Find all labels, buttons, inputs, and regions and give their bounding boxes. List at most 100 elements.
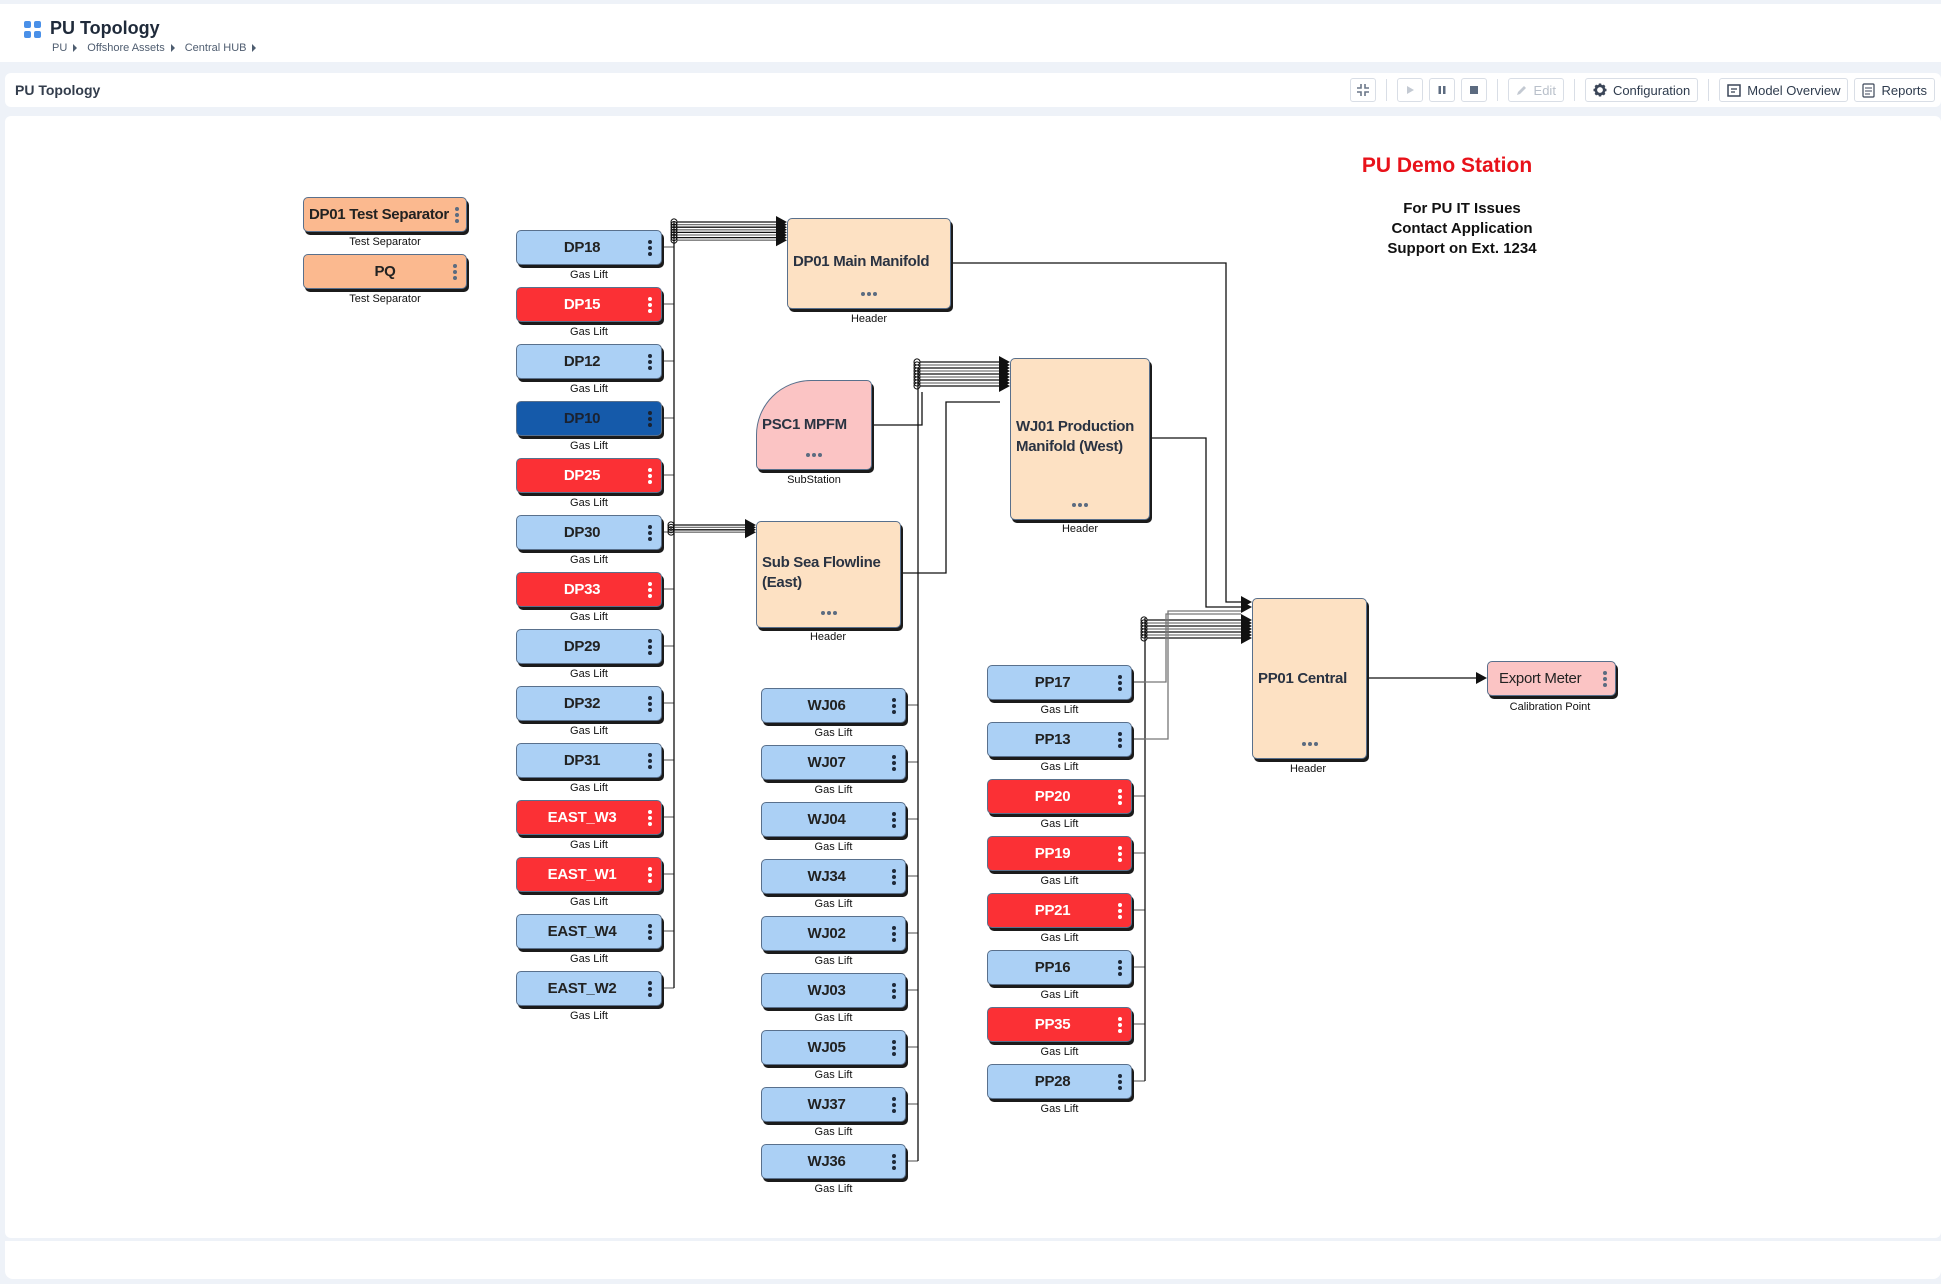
breadcrumb-caret-icon[interactable]: [252, 44, 257, 52]
node-label: PP17: [1034, 674, 1071, 691]
well-node[interactable]: PP20: [987, 779, 1132, 814]
separator-node[interactable]: DP01 Test Separator: [303, 197, 467, 232]
breadcrumb-item-central-hub[interactable]: Central HUB: [185, 42, 247, 54]
well-node[interactable]: DP32: [516, 686, 662, 721]
well-node[interactable]: DP31: [516, 743, 662, 778]
separator-node[interactable]: PQ: [303, 254, 467, 289]
more-vertical-icon[interactable]: [1603, 670, 1607, 688]
more-vertical-icon[interactable]: [892, 1039, 896, 1057]
well-node[interactable]: PP21: [987, 893, 1132, 928]
more-vertical-icon[interactable]: [648, 410, 652, 428]
well-node[interactable]: WJ07: [761, 745, 906, 780]
more-vertical-icon[interactable]: [648, 809, 652, 827]
well-node[interactable]: DP25: [516, 458, 662, 493]
well-node[interactable]: WJ03: [761, 973, 906, 1008]
more-vertical-icon[interactable]: [1118, 845, 1122, 863]
well-node[interactable]: DP33: [516, 572, 662, 607]
well-node[interactable]: WJ36: [761, 1144, 906, 1179]
more-vertical-icon[interactable]: [1118, 1016, 1122, 1034]
well-node[interactable]: WJ06: [761, 688, 906, 723]
well-node[interactable]: PP28: [987, 1064, 1132, 1099]
well-node[interactable]: DP12: [516, 344, 662, 379]
well-node[interactable]: PP19: [987, 836, 1132, 871]
more-vertical-icon[interactable]: [455, 206, 459, 224]
more-vertical-icon[interactable]: [648, 296, 652, 314]
header-node-dp01-main-manifold[interactable]: DP01 Main Manifold: [787, 218, 951, 309]
more-vertical-icon[interactable]: [648, 524, 652, 542]
more-vertical-icon[interactable]: [892, 982, 896, 1000]
more-vertical-icon[interactable]: [1118, 902, 1122, 920]
edit-button[interactable]: Edit: [1507, 78, 1564, 102]
well-node[interactable]: PP35: [987, 1007, 1132, 1042]
more-vertical-icon[interactable]: [892, 697, 896, 715]
well-node[interactable]: PP13: [987, 722, 1132, 757]
view-header: PU Topology Edit Configuration Model Ove…: [5, 73, 1941, 107]
well-node[interactable]: DP15: [516, 287, 662, 322]
well-node[interactable]: EAST_W2: [516, 971, 662, 1006]
more-vertical-icon[interactable]: [892, 1096, 896, 1114]
well-node[interactable]: EAST_W3: [516, 800, 662, 835]
more-vertical-icon[interactable]: [453, 263, 457, 281]
reports-button[interactable]: Reports: [1854, 78, 1935, 102]
well-node[interactable]: WJ37: [761, 1087, 906, 1122]
more-horizontal-icon[interactable]: [1071, 503, 1089, 507]
well-node[interactable]: PP16: [987, 950, 1132, 985]
node-label: WJ07: [807, 754, 846, 771]
more-vertical-icon[interactable]: [648, 923, 652, 941]
more-vertical-icon[interactable]: [1118, 788, 1122, 806]
export-meter-node[interactable]: Export Meter: [1487, 661, 1616, 696]
well-node[interactable]: DP29: [516, 629, 662, 664]
more-horizontal-icon[interactable]: [860, 292, 878, 296]
more-vertical-icon[interactable]: [648, 980, 652, 998]
breadcrumb: PU Offshore Assets Central HUB: [52, 42, 266, 54]
more-vertical-icon[interactable]: [892, 925, 896, 943]
page-title: PU Topology: [50, 18, 160, 38]
collapse-button[interactable]: [1349, 78, 1376, 102]
breadcrumb-item-offshore-assets[interactable]: Offshore Assets: [87, 42, 164, 54]
well-node[interactable]: WJ34: [761, 859, 906, 894]
more-vertical-icon[interactable]: [1118, 674, 1122, 692]
more-vertical-icon[interactable]: [648, 467, 652, 485]
topology-canvas[interactable]: [5, 116, 1941, 1238]
node-type-label: Gas Lift: [814, 841, 853, 853]
more-horizontal-icon[interactable]: [805, 453, 823, 457]
breadcrumb-item-pu[interactable]: PU: [52, 42, 67, 54]
stop-button[interactable]: [1460, 78, 1487, 102]
more-vertical-icon[interactable]: [892, 868, 896, 886]
well-node[interactable]: PP17: [987, 665, 1132, 700]
pause-button[interactable]: [1428, 78, 1455, 102]
configuration-button[interactable]: Configuration: [1584, 78, 1699, 102]
well-node[interactable]: WJ02: [761, 916, 906, 951]
more-vertical-icon[interactable]: [648, 581, 652, 599]
more-vertical-icon[interactable]: [892, 1153, 896, 1171]
more-vertical-icon[interactable]: [648, 752, 652, 770]
header-node-wj01[interactable]: WJ01 Production Manifold (West): [1010, 358, 1150, 520]
header-node-subsea-flowline[interactable]: Sub Sea Flowline (East): [756, 521, 901, 628]
well-node[interactable]: DP18: [516, 230, 662, 265]
grid-apps-icon[interactable]: [24, 21, 41, 38]
more-vertical-icon[interactable]: [648, 353, 652, 371]
more-vertical-icon[interactable]: [1118, 731, 1122, 749]
more-vertical-icon[interactable]: [648, 695, 652, 713]
more-vertical-icon[interactable]: [892, 811, 896, 829]
more-vertical-icon[interactable]: [648, 638, 652, 656]
more-horizontal-icon[interactable]: [1301, 742, 1319, 746]
well-node[interactable]: WJ05: [761, 1030, 906, 1065]
model-overview-button[interactable]: Model Overview: [1719, 78, 1849, 102]
well-node[interactable]: EAST_W4: [516, 914, 662, 949]
well-node[interactable]: DP10: [516, 401, 662, 436]
more-vertical-icon[interactable]: [648, 239, 652, 257]
substation-node-psc1-mpfm[interactable]: PSC1 MPFM: [756, 380, 872, 470]
more-vertical-icon[interactable]: [1118, 959, 1122, 977]
more-horizontal-icon[interactable]: [820, 611, 838, 615]
header-node-pp01-central[interactable]: PP01 Central: [1252, 598, 1367, 759]
node-label: DP25: [563, 467, 601, 484]
node-label: WJ01 Production Manifold (West): [1016, 418, 1135, 455]
more-vertical-icon[interactable]: [892, 754, 896, 772]
play-button[interactable]: [1396, 78, 1423, 102]
well-node[interactable]: EAST_W1: [516, 857, 662, 892]
more-vertical-icon[interactable]: [1118, 1073, 1122, 1091]
well-node[interactable]: DP30: [516, 515, 662, 550]
well-node[interactable]: WJ04: [761, 802, 906, 837]
more-vertical-icon[interactable]: [648, 866, 652, 884]
